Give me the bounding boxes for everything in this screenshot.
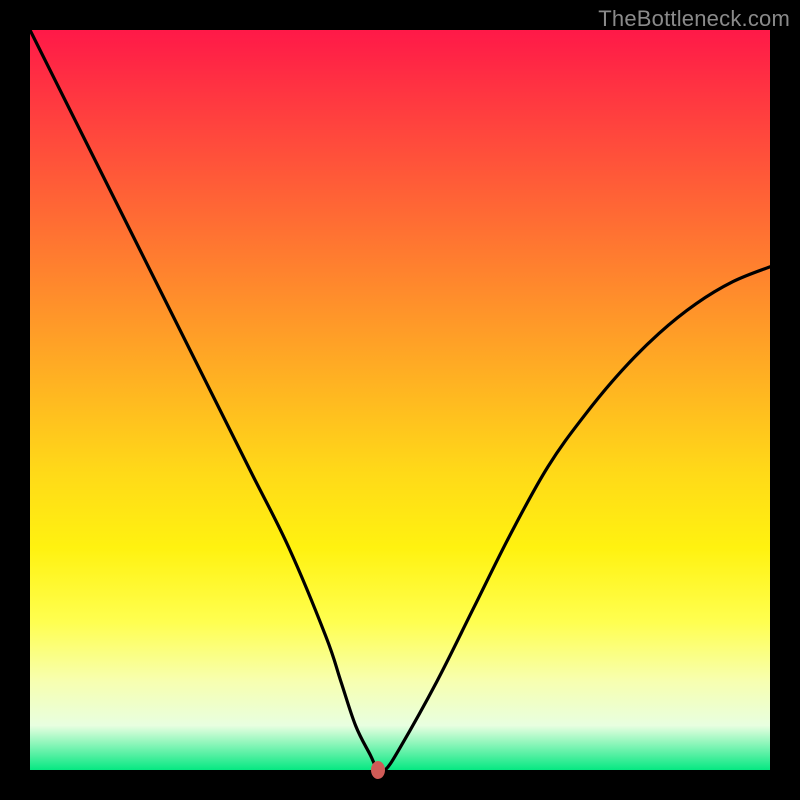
- optimal-point-marker: [371, 761, 385, 779]
- chart-frame: TheBottleneck.com: [0, 0, 800, 800]
- plot-area: [30, 30, 770, 770]
- watermark-text: TheBottleneck.com: [598, 6, 790, 32]
- bottleneck-curve: [30, 30, 770, 770]
